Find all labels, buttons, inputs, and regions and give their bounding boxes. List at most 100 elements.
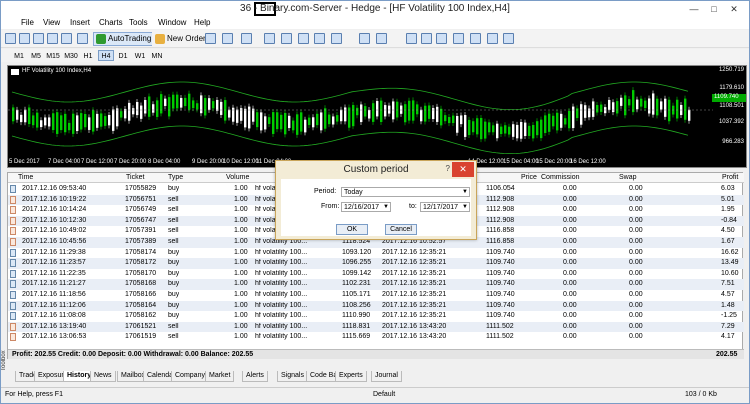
candle bbox=[92, 110, 95, 132]
col-swap[interactable]: Swap bbox=[619, 174, 637, 181]
tab-journal[interactable]: Journal bbox=[371, 371, 402, 382]
profiles-icon[interactable] bbox=[19, 33, 30, 44]
table-cell: 17058172 bbox=[125, 259, 157, 267]
vertical-line-icon[interactable] bbox=[406, 33, 417, 44]
autotrading-button[interactable]: AutoTrading bbox=[93, 32, 156, 46]
tf-m15[interactable]: M15 bbox=[45, 50, 61, 61]
new-chart-icon[interactable] bbox=[5, 33, 16, 44]
toolbox-label[interactable]: Toolbox bbox=[1, 321, 9, 371]
table-cell: 2017.12.16 12:35:21 bbox=[382, 248, 447, 256]
channel-icon[interactable] bbox=[453, 33, 464, 44]
col-type[interactable]: Type bbox=[168, 174, 183, 181]
table-cell: 0.00 bbox=[563, 238, 577, 245]
time-label: 15 Dec 20:00 bbox=[536, 159, 572, 165]
menu-insert[interactable]: Insert bbox=[70, 18, 90, 27]
tab-news[interactable]: News bbox=[90, 371, 116, 382]
bar-chart-icon[interactable] bbox=[205, 33, 216, 44]
table-cell: 1109.740 bbox=[486, 259, 515, 267]
tf-m5[interactable]: M5 bbox=[28, 50, 44, 61]
col-ticket[interactable]: Ticket bbox=[126, 174, 144, 181]
table-row[interactable]: 2017.12.16 11:12:06 17058164 buy 1.00 hf vol… bbox=[8, 300, 744, 312]
table-row[interactable]: 2017.12.16 13:19:40 17061521 sell 1.00 hf vo… bbox=[8, 321, 744, 333]
table-row[interactable]: 2017.12.16 11:22:35 17058170 buy 1.00 hf vol… bbox=[8, 269, 744, 280]
menu-charts[interactable]: Charts bbox=[99, 18, 123, 27]
period-select[interactable]: Today ▼ bbox=[341, 187, 470, 197]
candle bbox=[220, 101, 223, 115]
tf-d1[interactable]: D1 bbox=[115, 50, 131, 61]
terminal-icon[interactable] bbox=[61, 33, 72, 44]
table-row[interactable]: 2017.12.16 11:23:57 17058172 buy 1.00 hf vol… bbox=[8, 258, 744, 269]
table-row[interactable]: 2017.12.16 11:29:38 17058174 buy 1.00 hf vol… bbox=[8, 248, 744, 259]
dialog-close-button[interactable]: ✕ bbox=[452, 162, 474, 177]
close-button[interactable]: ✕ bbox=[727, 3, 741, 15]
candle bbox=[492, 125, 495, 133]
ok-button[interactable]: OK bbox=[336, 224, 368, 235]
tf-mn[interactable]: MN bbox=[149, 50, 165, 61]
tab-market[interactable]: Market bbox=[205, 371, 235, 382]
col-close-price[interactable]: Price bbox=[521, 174, 537, 181]
to-date-picker[interactable]: 12/17/2017 ▼ bbox=[420, 202, 470, 212]
maximize-button[interactable]: □ bbox=[707, 3, 721, 15]
table-cell: 1112.908 bbox=[486, 206, 515, 214]
market-watch-icon[interactable] bbox=[33, 33, 44, 44]
candle bbox=[384, 105, 387, 117]
col-profit[interactable]: Profit bbox=[722, 174, 738, 181]
dialog-help-button[interactable]: ? bbox=[446, 164, 450, 173]
trendline-icon[interactable] bbox=[436, 33, 447, 44]
table-row[interactable]: 2017.12.16 13:06:53 17061519 sell 1.00 hf vo… bbox=[8, 332, 744, 343]
label-icon[interactable] bbox=[503, 33, 514, 44]
menu-help[interactable]: Help bbox=[194, 18, 210, 27]
zoom-out-icon[interactable] bbox=[281, 33, 292, 44]
tf-m1[interactable]: M1 bbox=[11, 50, 27, 61]
candle bbox=[372, 103, 375, 122]
menu-tools[interactable]: Tools bbox=[129, 18, 148, 27]
menu-window[interactable]: Window bbox=[158, 18, 186, 27]
crosshair-icon[interactable] bbox=[376, 33, 387, 44]
tf-h1[interactable]: H1 bbox=[80, 50, 96, 61]
table-row[interactable]: 2017.12.16 11:18:56 17058166 buy 1.00 hf vol… bbox=[8, 290, 744, 301]
table-cell: 0.00 bbox=[629, 216, 643, 224]
col-commission[interactable]: Commission bbox=[541, 174, 580, 181]
tab-company[interactable]: Company bbox=[171, 371, 209, 382]
text-tool-icon[interactable] bbox=[487, 33, 498, 44]
line-chart-icon[interactable] bbox=[241, 33, 252, 44]
zoom-in-icon[interactable] bbox=[264, 33, 275, 44]
table-cell: 4.50 bbox=[721, 227, 735, 235]
horizontal-line-icon[interactable] bbox=[421, 33, 432, 44]
new-order-button[interactable]: New Order bbox=[152, 32, 210, 46]
table-cell: buy bbox=[168, 185, 180, 192]
current-price-label: 1109.740 bbox=[712, 94, 746, 102]
minimize-button[interactable]: — bbox=[687, 3, 701, 15]
candle bbox=[328, 114, 331, 125]
candlestick-icon[interactable] bbox=[222, 33, 233, 44]
table-row[interactable]: 2017.12.16 11:08:08 17058162 buy 1.00 hf vol… bbox=[8, 311, 744, 322]
tab-signals[interactable]: Signals bbox=[277, 371, 308, 382]
order-icon bbox=[10, 301, 16, 310]
from-date-picker[interactable]: 12/16/2017 ▼ bbox=[341, 202, 391, 212]
table-cell: 1.00 bbox=[234, 227, 248, 235]
table-row[interactable]: 2017.12.16 11:21:27 17058168 buy 1.00 hf vol… bbox=[8, 279, 744, 290]
tester-icon[interactable] bbox=[77, 33, 88, 44]
price-chart[interactable]: HF Volatility 100 Index,H4 1250.719 1179… bbox=[7, 65, 747, 168]
fibonacci-icon[interactable] bbox=[470, 33, 481, 44]
table-cell: 0.00 bbox=[563, 312, 577, 320]
chart-shift-icon[interactable] bbox=[314, 33, 325, 44]
menu-file[interactable]: File bbox=[21, 18, 34, 27]
tf-w1[interactable]: W1 bbox=[132, 50, 148, 61]
tile-windows-icon[interactable] bbox=[298, 33, 309, 44]
col-volume[interactable]: Volume bbox=[226, 174, 249, 181]
col-time[interactable]: Time bbox=[18, 174, 33, 181]
cursor-icon[interactable] bbox=[359, 33, 370, 44]
table-cell: 1.00 bbox=[234, 238, 248, 245]
autoscroll-icon[interactable] bbox=[331, 33, 342, 44]
tab-experts[interactable]: Experts bbox=[335, 371, 367, 382]
table-cell: buy bbox=[168, 280, 180, 288]
menu-view[interactable]: View bbox=[43, 18, 60, 27]
navigator-icon[interactable] bbox=[47, 33, 58, 44]
tf-m30[interactable]: M30 bbox=[63, 50, 79, 61]
candle bbox=[364, 106, 367, 117]
table-cell: 0.00 bbox=[629, 269, 643, 277]
tab-alerts[interactable]: Alerts bbox=[242, 371, 268, 382]
cancel-button[interactable]: Cancel bbox=[385, 224, 417, 235]
tf-h4[interactable]: H4 bbox=[98, 50, 114, 61]
